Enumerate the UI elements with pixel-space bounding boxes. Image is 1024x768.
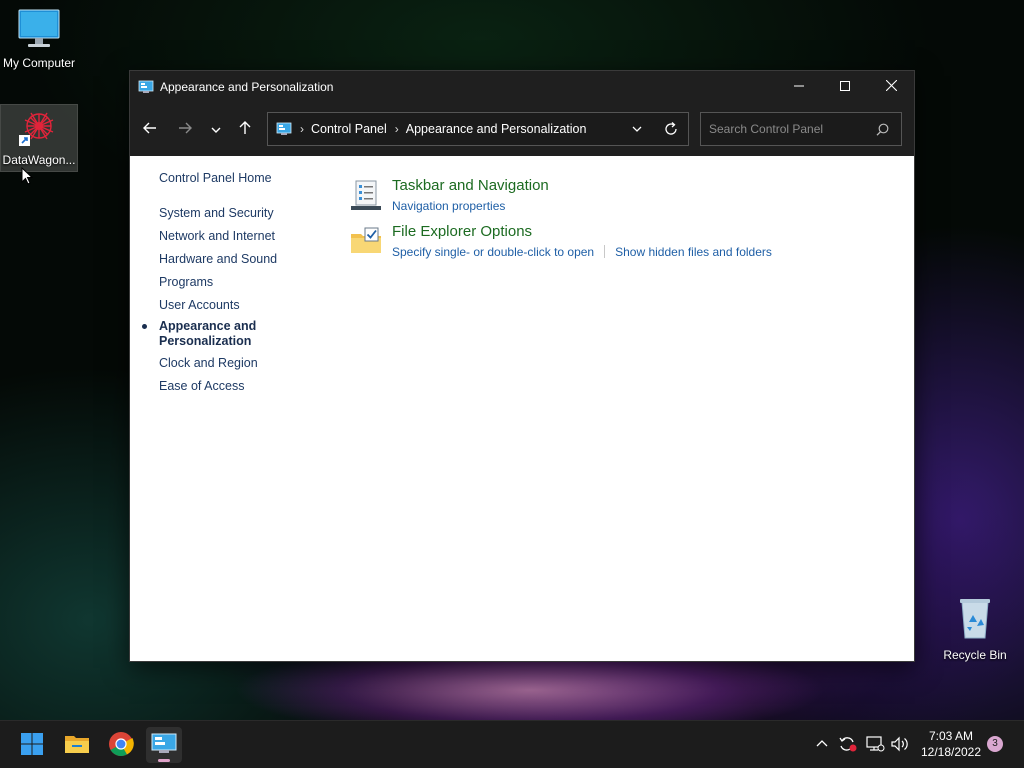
back-button[interactable]: [138, 117, 162, 141]
address-bar[interactable]: › Control Panel › Appearance and Persona…: [267, 112, 689, 146]
clock-date: 12/18/2022: [920, 745, 982, 759]
desktop-icon-my-computer[interactable]: My Computer: [0, 8, 78, 70]
start-button[interactable]: [14, 727, 50, 763]
breadcrumb-separator-icon: ›: [394, 122, 399, 136]
link-navigation-properties[interactable]: Navigation properties: [392, 199, 505, 213]
arrow-up-icon: [239, 120, 251, 138]
left-nav-programs[interactable]: Programs: [159, 273, 319, 296]
section-links: Specify single- or double-click to open S…: [392, 245, 772, 259]
left-nav-network-internet[interactable]: Network and Internet: [159, 227, 319, 250]
active-app-indicator: [158, 759, 170, 762]
control-panel-icon: [151, 732, 177, 759]
desktop-icon-datawagon[interactable]: DataWagon...: [0, 104, 78, 172]
sync-status-button[interactable]: [838, 735, 858, 756]
search-icon[interactable]: [876, 123, 889, 139]
link-divider: [604, 245, 606, 258]
clock-button[interactable]: 7:03 AM 12/18/2022: [916, 728, 986, 760]
desktop-icon-label: DataWagon...: [2, 153, 76, 167]
taskbar: 7:03 AM 12/18/2022: [0, 720, 1024, 768]
left-nav-system-security[interactable]: System and Security: [159, 204, 319, 227]
start-icon: [20, 732, 44, 759]
search-input[interactable]: [709, 122, 869, 136]
section-title-file-explorer[interactable]: File Explorer Options: [392, 223, 532, 240]
desktop-icon-label: My Computer: [2, 56, 76, 70]
left-navigation: Control Panel Home System and Security N…: [142, 171, 319, 400]
forward-button[interactable]: [173, 117, 197, 141]
control-panel-icon: [138, 79, 154, 95]
address-dropdown-button[interactable]: [632, 122, 642, 139]
refresh-icon: [664, 122, 678, 140]
refresh-button[interactable]: [664, 121, 678, 140]
recent-locations-button[interactable]: [204, 117, 228, 141]
chevron-down-icon: [211, 122, 221, 136]
recycle-bin-icon: [953, 599, 997, 645]
left-nav-hardware-sound[interactable]: Hardware and Sound: [159, 250, 319, 273]
maximize-button[interactable]: [822, 71, 868, 102]
show-hidden-icons-button[interactable]: [815, 735, 829, 754]
breadcrumb-control-panel[interactable]: Control Panel: [311, 122, 387, 136]
arrow-right-icon: [178, 122, 192, 137]
notification-badge[interactable]: 3: [987, 736, 1003, 752]
file-explorer-icon: [64, 732, 90, 759]
chrome-icon: [108, 731, 134, 760]
content-pane: Control Panel Home System and Security N…: [130, 157, 914, 661]
section-title-taskbar[interactable]: Taskbar and Navigation: [392, 177, 549, 194]
window-title: Appearance and Personalization: [160, 79, 334, 94]
taskbar-icon: [350, 179, 382, 211]
left-nav-appearance-personalization[interactable]: Appearance and Personalization: [142, 319, 319, 354]
breadcrumb-separator-icon: ›: [300, 122, 304, 136]
mouse-cursor-icon: [21, 166, 34, 188]
navigation-bar: › Control Panel › Appearance and Persona…: [130, 102, 914, 156]
left-nav-user-accounts[interactable]: User Accounts: [159, 296, 319, 319]
left-nav-control-panel-home[interactable]: Control Panel Home: [159, 171, 319, 185]
desktop-icon-recycle-bin[interactable]: Recycle Bin: [936, 596, 1014, 662]
taskbar-chrome[interactable]: [103, 727, 139, 763]
up-button[interactable]: [233, 117, 257, 141]
maximize-icon: [840, 80, 850, 94]
volume-button[interactable]: [890, 735, 910, 756]
taskbar-control-panel[interactable]: [146, 727, 182, 763]
network-button[interactable]: [865, 735, 885, 756]
clock-time: 7:03 AM: [928, 729, 974, 743]
active-bullet-icon: [142, 324, 147, 329]
left-nav-active-label: Appearance and Personalization: [159, 319, 257, 348]
folder-options-icon: [350, 225, 382, 257]
minimize-icon: [794, 80, 804, 94]
left-nav-ease-of-access[interactable]: Ease of Access: [159, 377, 319, 400]
volume-icon: [890, 736, 910, 756]
search-box[interactable]: [700, 112, 902, 146]
close-icon: [885, 79, 897, 94]
link-single-double-click[interactable]: Specify single- or double-click to open: [392, 245, 594, 259]
title-bar[interactable]: Appearance and Personalization: [130, 71, 914, 102]
arrow-left-icon: [143, 122, 157, 137]
link-show-hidden-files[interactable]: Show hidden files and folders: [615, 245, 772, 259]
monitor-icon: [17, 9, 61, 53]
left-nav-clock-region[interactable]: Clock and Region: [159, 354, 319, 377]
network-icon: [865, 736, 885, 756]
chevron-up-icon: [815, 740, 829, 754]
control-panel-window: Appearance and Personalization › Control…: [129, 70, 915, 662]
close-button[interactable]: [868, 71, 914, 102]
minimize-button[interactable]: [776, 71, 822, 102]
sync-icon: [838, 737, 858, 756]
taskbar-file-explorer[interactable]: [59, 727, 95, 763]
chevron-down-icon: [632, 125, 642, 139]
datawagon-shortcut-icon: [17, 112, 61, 150]
breadcrumb-appearance[interactable]: Appearance and Personalization: [406, 122, 587, 136]
control-panel-icon: [276, 121, 292, 137]
desktop-icon-label: Recycle Bin: [943, 648, 1007, 662]
section-links: Navigation properties: [392, 199, 505, 213]
